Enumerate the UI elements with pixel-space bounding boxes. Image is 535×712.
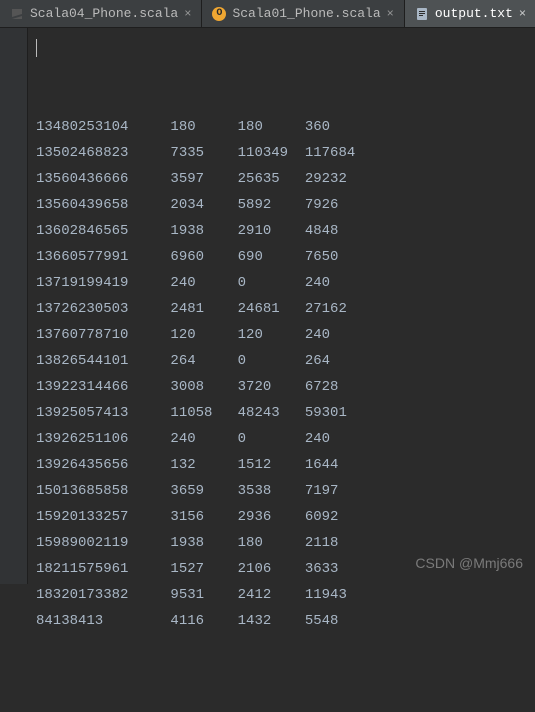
text-line: 13826544101 264 0 264 — [36, 348, 527, 374]
text-line: 18320173382 9531 2412 11943 — [36, 582, 527, 608]
tab-scala01[interactable]: O Scala01_Phone.scala × — [202, 0, 404, 27]
tab-label: Scala04_Phone.scala — [30, 6, 178, 21]
text-line: 13660577991 6960 690 7650 — [36, 244, 527, 270]
text-caret — [36, 39, 37, 57]
close-icon[interactable]: × — [184, 7, 191, 21]
tab-label: Scala01_Phone.scala — [232, 6, 380, 21]
text-line: 13925057413 11058 48243 59301 — [36, 400, 527, 426]
text-line: 13926251106 240 0 240 — [36, 426, 527, 452]
text-line: 13480253104 180 180 360 — [36, 114, 527, 140]
tab-bar: Scala04_Phone.scala × O Scala01_Phone.sc… — [0, 0, 535, 28]
text-line: 13502468823 7335 110349 117684 — [36, 140, 527, 166]
close-icon[interactable]: × — [387, 7, 394, 21]
text-line: 13719199419 240 0 240 — [36, 270, 527, 296]
close-icon[interactable]: × — [519, 7, 526, 21]
gutter — [0, 28, 28, 584]
text-line: 13560436666 3597 25635 29232 — [36, 166, 527, 192]
tab-label: output.txt — [435, 6, 513, 21]
scala-file-icon — [10, 7, 24, 21]
text-line: 15013685858 3659 3538 7197 — [36, 478, 527, 504]
scala-class-icon: O — [212, 7, 226, 21]
editor-area: 13480253104 180 180 36013502468823 7335 … — [0, 28, 535, 584]
tab-scala04[interactable]: Scala04_Phone.scala × — [0, 0, 202, 27]
text-line: 13760778710 120 120 240 — [36, 322, 527, 348]
text-file-icon — [415, 7, 429, 21]
tab-output[interactable]: output.txt × — [405, 0, 535, 27]
text-line: 13726230503 2481 24681 27162 — [36, 296, 527, 322]
watermark: CSDN @Mmj666 — [415, 550, 523, 576]
text-line: 13922314466 3008 3720 6728 — [36, 374, 527, 400]
text-line: 13560439658 2034 5892 7926 — [36, 192, 527, 218]
text-line: 15920133257 3156 2936 6092 — [36, 504, 527, 530]
text-line: 13926435656 132 1512 1644 — [36, 452, 527, 478]
text-line: 13602846565 1938 2910 4848 — [36, 218, 527, 244]
text-line: 84138413 4116 1432 5548 — [36, 608, 527, 634]
editor-content[interactable]: 13480253104 180 180 36013502468823 7335 … — [28, 28, 535, 584]
